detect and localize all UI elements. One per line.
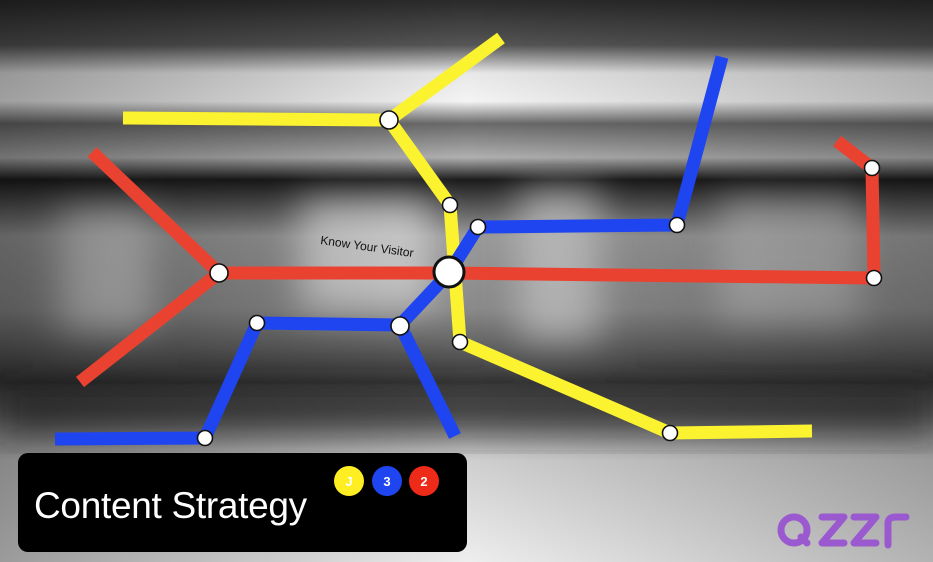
station-label-know-your-visitor: Know Your Visitor: [320, 233, 415, 260]
station-node[interactable]: [451, 333, 469, 351]
red-line-main: [219, 135, 881, 285]
station-node[interactable]: [390, 316, 410, 336]
station-node[interactable]: [863, 159, 881, 177]
hub-station-node[interactable]: [432, 255, 466, 289]
station-node[interactable]: [379, 110, 399, 130]
station-node[interactable]: [248, 314, 266, 332]
red-line-left-upper: [87, 147, 224, 278]
station-node[interactable]: [209, 263, 229, 283]
station-node[interactable]: [196, 429, 214, 447]
line-badge-3[interactable]: 3: [372, 466, 402, 496]
page-title: Content Strategy: [34, 485, 307, 526]
line-badge-label: 2: [420, 473, 428, 489]
line-badge-label: J: [345, 473, 353, 489]
yellow-line: [122, 32, 505, 127]
line-badge-label: 3: [383, 473, 391, 489]
blue-line: [54, 316, 461, 446]
line-badge-2[interactable]: 2: [409, 466, 439, 496]
station-node[interactable]: [469, 218, 487, 236]
qzzr-logo[interactable]: qzzr: [774, 505, 924, 555]
station-node[interactable]: [661, 424, 679, 442]
station-node[interactable]: [865, 269, 883, 287]
station-node[interactable]: [441, 196, 459, 214]
line-title-panel: Content Strategy J 3 2: [18, 453, 467, 552]
line-badge-j[interactable]: J: [334, 466, 364, 496]
station-node[interactable]: [668, 216, 686, 234]
red-line-left-lower: [75, 267, 224, 388]
